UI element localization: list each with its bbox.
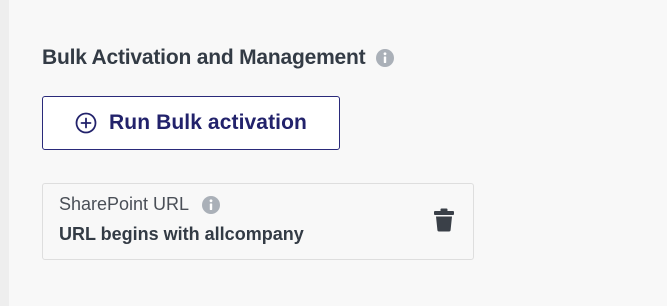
sharepoint-url-filter-card: SharePoint URL URL begins with allcompan… [42,183,474,260]
info-icon[interactable] [375,48,395,68]
info-icon[interactable] [201,195,221,215]
run-bulk-activation-label: Run Bulk activation [109,111,307,134]
section-title: Bulk Activation and Management [42,46,366,69]
section-header: Bulk Activation and Management [42,44,395,72]
filter-label-row: SharePoint URL [59,194,221,215]
trash-icon [433,208,455,237]
run-bulk-activation-button[interactable]: Run Bulk activation [42,96,340,150]
delete-filter-button[interactable] [431,208,457,237]
filter-value: URL begins with allcompany [59,224,304,244]
left-panel-edge [0,0,9,306]
plus-circle-icon [75,112,97,134]
filter-label: SharePoint URL [59,194,190,214]
